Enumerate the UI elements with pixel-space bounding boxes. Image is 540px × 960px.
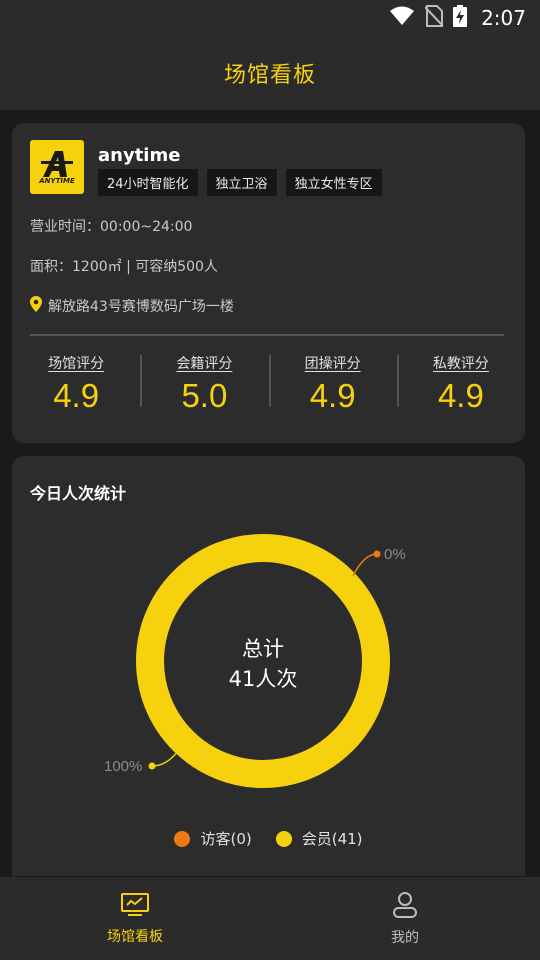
donut-chart: 0% 100% 总计 41人次	[12, 516, 525, 816]
member-leader-dot	[148, 762, 156, 770]
visitor-percent-label: 0%	[384, 546, 406, 563]
visitor-leader-line	[352, 553, 378, 577]
visitor-leader-dot	[373, 550, 381, 558]
legend-member[interactable]: 会员(41)	[275, 828, 363, 849]
legend-label: 会员(41)	[301, 830, 363, 848]
gym-name: anytime	[98, 145, 181, 166]
location-pin-icon	[30, 296, 42, 316]
logo-text: ANYTIME	[39, 177, 75, 185]
logo-a-mark	[41, 151, 73, 177]
no-sim-icon	[424, 4, 444, 32]
tab-label: 我的	[391, 929, 419, 946]
gym-area: 面积：1200㎡ | 可容纳500人	[30, 259, 218, 275]
rating-venue[interactable]: 场馆评分 4.9	[12, 353, 140, 423]
tag-item: 24小时智能化	[98, 169, 198, 196]
tab-venue-dashboard[interactable]: 场馆看板	[0, 877, 270, 960]
wifi-icon	[389, 6, 415, 31]
gym-logo: ANYTIME	[30, 140, 84, 194]
rating-value: 4.9	[437, 377, 484, 414]
rating-label: 场馆评分	[48, 356, 105, 372]
donut-svg: 0% 100% 总计 41人次	[104, 534, 406, 788]
member-slice[interactable]	[136, 534, 390, 788]
page-title: 场馆看板	[223, 63, 316, 88]
tab-mine[interactable]: 我的	[270, 877, 540, 960]
ratings-row: 场馆评分 4.9 会籍评分 5.0 团操评分 4.9 私教评分 4.9	[12, 353, 525, 423]
rating-label: 团操评分	[304, 356, 361, 372]
status-bar: 2:07	[0, 0, 540, 36]
gym-address: 解放路43号赛博数码广场一楼	[30, 296, 234, 316]
tag-item: 独立卫浴	[206, 169, 277, 196]
tag-item: 独立女性专区	[285, 169, 382, 196]
gym-tags: 24小时智能化 独立卫浴 独立女性专区	[98, 169, 382, 196]
bottom-tab-bar: 场馆看板 我的	[0, 877, 540, 960]
rating-label: 私教评分	[432, 356, 489, 372]
rating-value: 4.9	[53, 377, 100, 414]
business-hours: 营业时间：00:00~24:00	[30, 219, 193, 235]
member-dot-icon	[275, 830, 292, 847]
daily-stats-card: 今日人次统计 0% 100% 总计 41人次 访客(0) 会员(41)	[12, 456, 525, 876]
legend-visitor[interactable]: 访客(0)	[174, 828, 252, 849]
member-percent-label: 100%	[104, 758, 142, 775]
gym-info-card: ANYTIME anytime 24小时智能化 独立卫浴 独立女性专区 营业时间…	[12, 123, 525, 443]
donut-center-count: 41人次	[229, 667, 298, 691]
person-icon	[391, 891, 419, 923]
legend-label: 访客(0)	[200, 830, 252, 848]
rating-membership[interactable]: 会籍评分 5.0	[140, 353, 268, 423]
tab-label: 场馆看板	[107, 928, 163, 945]
app-bar: 场馆看板	[0, 36, 540, 110]
rating-group-class[interactable]: 团操评分 4.9	[268, 353, 397, 423]
battery-charging-icon	[453, 4, 468, 32]
divider	[30, 334, 504, 336]
section-title: 今日人次统计	[30, 484, 127, 503]
chart-legend: 访客(0) 会员(41)	[12, 828, 525, 849]
donut-center-total: 总计	[242, 637, 284, 661]
rating-label: 会籍评分	[176, 356, 233, 372]
rating-value: 4.9	[309, 377, 356, 414]
rating-value: 5.0	[181, 377, 228, 414]
monitor-icon	[120, 892, 150, 922]
rating-personal-training[interactable]: 私教评分 4.9	[396, 353, 525, 423]
status-time: 2:07	[481, 6, 526, 30]
address-text: 解放路43号赛博数码广场一楼	[48, 299, 234, 315]
visitor-dot-icon	[174, 830, 191, 847]
